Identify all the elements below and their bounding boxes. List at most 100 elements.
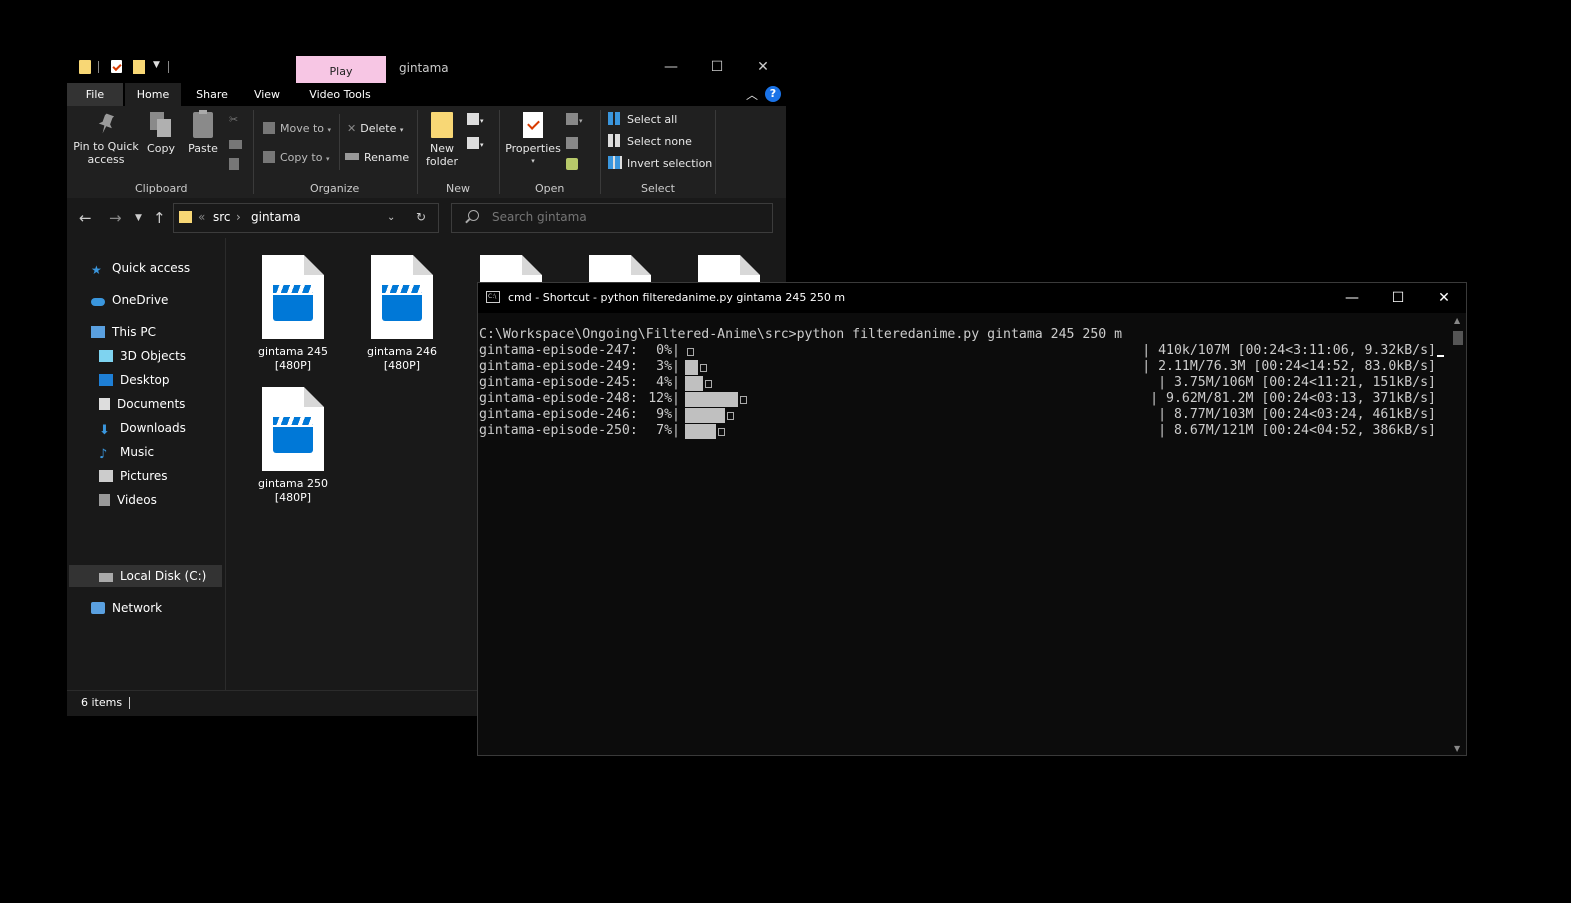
progress-bar-edge-icon bbox=[727, 412, 734, 420]
nav-item-music[interactable]: ♪ Music bbox=[99, 440, 154, 464]
group-label-clipboard: Clipboard bbox=[135, 182, 188, 195]
rename-button[interactable]: Rename bbox=[345, 150, 409, 166]
file-item[interactable]: gintama 246 [480P] bbox=[354, 255, 450, 373]
cmd-titlebar: C:\ cmd - Shortcut - python filteredanim… bbox=[478, 283, 1466, 313]
scroll-up-icon[interactable]: ▲ bbox=[1454, 316, 1460, 325]
command-prompt-window: C:\ cmd - Shortcut - python filteredanim… bbox=[477, 282, 1467, 756]
invert-selection-button[interactable]: Invert selection bbox=[608, 156, 712, 172]
breadcrumb-gintama[interactable]: gintama bbox=[251, 210, 301, 224]
address-bar[interactable]: « src › gintama ⌄ ↻ bbox=[173, 203, 439, 233]
chevron-up-icon[interactable]: ︿ bbox=[746, 86, 758, 103]
properties-button[interactable]: Properties ▾ bbox=[505, 112, 561, 168]
tab-share[interactable]: Share bbox=[187, 83, 237, 106]
nav-item-documents[interactable]: Documents bbox=[99, 392, 185, 416]
delete-button[interactable]: ✕ Delete ▾ bbox=[347, 121, 403, 137]
edit-button[interactable] bbox=[566, 136, 583, 152]
paste-button[interactable]: Paste bbox=[185, 110, 221, 155]
nav-item-quick-access[interactable]: ★ Quick access bbox=[91, 256, 190, 280]
file-item[interactable]: gintama 245 [480P] bbox=[245, 255, 341, 373]
select-all-button[interactable]: Select all bbox=[608, 112, 677, 128]
new-item-icon bbox=[467, 113, 479, 125]
progress-bar-edge-icon bbox=[718, 428, 725, 436]
episode-percent: 3%| bbox=[656, 359, 680, 374]
progress-bar-fill bbox=[685, 424, 716, 439]
breadcrumb-src[interactable]: src bbox=[213, 210, 231, 224]
nav-item-onedrive[interactable]: OneDrive bbox=[91, 288, 168, 312]
copy-to-icon bbox=[263, 151, 275, 163]
minimize-button[interactable]: — bbox=[1329, 283, 1375, 313]
search-input[interactable] bbox=[492, 210, 752, 224]
progress-bar-fill bbox=[685, 360, 698, 375]
open-button[interactable]: ▾ bbox=[566, 112, 583, 128]
nav-item-desktop[interactable]: Desktop bbox=[99, 368, 170, 392]
progress-bar-fill bbox=[685, 376, 703, 391]
select-none-button[interactable]: Select none bbox=[608, 134, 692, 150]
close-button[interactable]: ✕ bbox=[1421, 283, 1467, 313]
computer-icon bbox=[91, 326, 105, 338]
ribbon-tabs: File Home Share View Video Tools ︿ ? bbox=[67, 83, 786, 106]
document-icon bbox=[99, 398, 110, 410]
progress-bar-edge-icon bbox=[687, 348, 694, 356]
scroll-down-icon[interactable]: ▼ bbox=[1454, 744, 1460, 753]
tab-video-tools[interactable]: Video Tools bbox=[299, 83, 381, 106]
properties-check-icon[interactable] bbox=[111, 60, 122, 73]
nav-item-pictures[interactable]: Pictures bbox=[99, 464, 168, 488]
scrollbar-thumb[interactable] bbox=[1453, 331, 1463, 345]
download-row: gintama-episode-249: 3%| | 2.11M/76.3M [00… bbox=[479, 359, 1439, 375]
copy-path-icon[interactable] bbox=[229, 136, 247, 152]
recent-locations-chevron-icon[interactable]: ▼ bbox=[135, 213, 142, 223]
history-button[interactable] bbox=[566, 157, 583, 173]
nav-item-downloads[interactable]: ⬇ Downloads bbox=[99, 416, 186, 440]
episode-percent: 12%| bbox=[648, 391, 680, 406]
easy-access-button[interactable]: ▾ bbox=[467, 136, 484, 152]
nav-label: Music bbox=[120, 445, 155, 459]
file-item[interactable]: gintama 250 [480P] bbox=[245, 387, 341, 505]
new-folder-button[interactable]: New folder bbox=[421, 112, 463, 168]
up-arrow-icon[interactable]: ↑ bbox=[153, 209, 166, 227]
tab-file[interactable]: File bbox=[67, 83, 123, 106]
pin-to-quick-access-button[interactable]: Pin to Quick access bbox=[73, 112, 139, 166]
breadcrumb-overflow[interactable]: « bbox=[198, 210, 205, 224]
tab-home[interactable]: Home bbox=[125, 83, 181, 106]
paste-label: Paste bbox=[188, 142, 218, 155]
divider bbox=[499, 110, 500, 194]
new-item-button[interactable]: ▾ bbox=[467, 112, 484, 128]
maximize-button[interactable]: ☐ bbox=[694, 52, 740, 83]
picture-icon bbox=[99, 470, 113, 482]
close-button[interactable]: ✕ bbox=[740, 52, 786, 83]
folder-icon[interactable] bbox=[79, 60, 91, 74]
new-folder-icon[interactable] bbox=[133, 60, 145, 74]
invert-selection-label: Invert selection bbox=[627, 157, 713, 170]
scrollbar[interactable]: ▲ ▼ bbox=[1450, 313, 1466, 755]
nav-item-3d-objects[interactable]: 3D Objects bbox=[99, 344, 186, 368]
search-box[interactable] bbox=[451, 203, 773, 233]
copy-button[interactable]: Copy bbox=[143, 112, 179, 155]
nav-item-this-pc[interactable]: This PC bbox=[91, 320, 156, 344]
copy-to-button[interactable]: Copy to ▾ bbox=[263, 150, 329, 166]
video-icon bbox=[99, 494, 110, 506]
minimize-button[interactable]: — bbox=[648, 52, 694, 83]
tab-play-contextual[interactable]: Play bbox=[296, 56, 386, 83]
paste-shortcut-icon[interactable] bbox=[229, 157, 244, 173]
address-dropdown-icon[interactable]: ⌄ bbox=[387, 212, 395, 223]
cut-icon[interactable]: ✂ bbox=[229, 112, 238, 128]
new-folder-label: New folder bbox=[426, 142, 458, 168]
tab-view[interactable]: View bbox=[243, 83, 291, 106]
customize-toolbar-icon[interactable]: ▼ bbox=[153, 60, 160, 70]
divider bbox=[417, 110, 418, 194]
maximize-button[interactable]: ☐ bbox=[1375, 283, 1421, 313]
console-output[interactable]: C:\Workspace\Ongoing\Filtered-Anime\src>… bbox=[479, 327, 1444, 747]
divider bbox=[715, 110, 716, 194]
forward-arrow-icon[interactable]: → bbox=[109, 209, 122, 227]
nav-item-local-disk[interactable]: Local Disk (C:) bbox=[99, 564, 206, 588]
back-arrow-icon[interactable]: ← bbox=[79, 209, 92, 227]
nav-item-network[interactable]: Network bbox=[91, 596, 162, 620]
nav-label: Downloads bbox=[120, 421, 186, 435]
copy-label: Copy bbox=[147, 142, 175, 155]
nav-item-videos[interactable]: Videos bbox=[99, 488, 157, 512]
refresh-icon[interactable]: ↻ bbox=[416, 210, 426, 224]
progress-bar-fill bbox=[685, 392, 738, 407]
download-stats: | 410k/107M [00:24<3:11:06, 9.32kB/s] bbox=[1142, 343, 1436, 358]
help-icon[interactable]: ? bbox=[765, 86, 781, 102]
move-to-button[interactable]: Move to ▾ bbox=[263, 121, 331, 137]
